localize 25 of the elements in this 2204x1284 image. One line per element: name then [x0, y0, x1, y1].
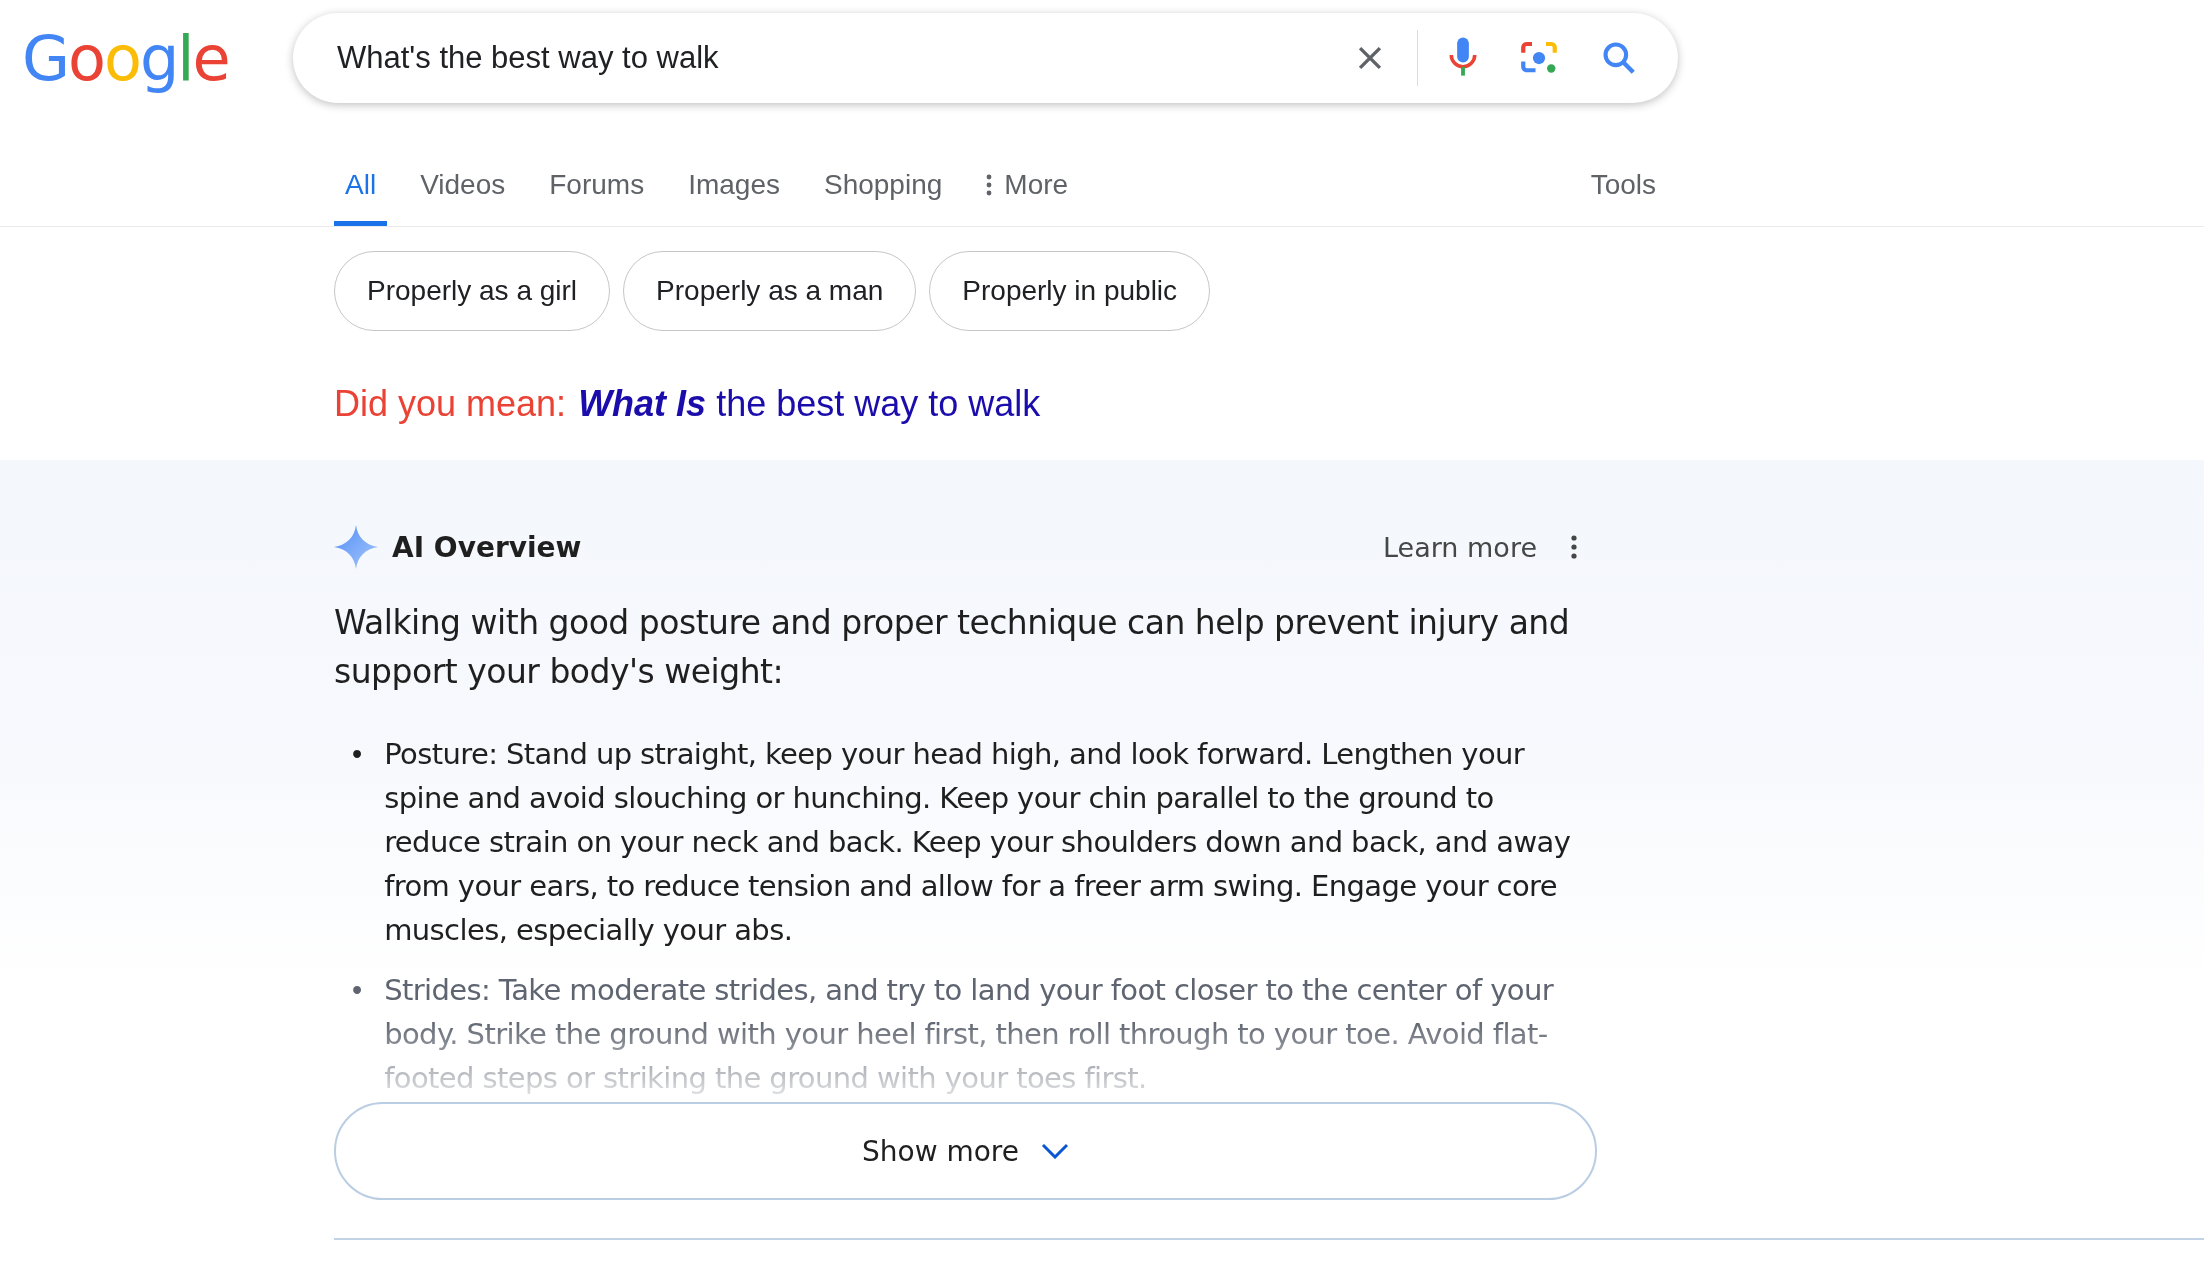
show-more-button[interactable]: Show more	[334, 1102, 1597, 1200]
search-field[interactable]: What's the best way to walk	[335, 39, 1333, 77]
bullet-marker: •	[352, 737, 363, 772]
search-tab[interactable]: All	[334, 169, 388, 226]
suggestion-chip[interactable]: Properly as a man	[623, 251, 917, 331]
search-tab[interactable]: Shopping	[812, 169, 954, 226]
overview-bullet: Strides: Take moderate strides, and try to land your foot closer to the center of your body. Strike the ground with your heel first, then roll through to your toe. Avoid flat-footed steps or striking the ground with your toes first.	[384, 972, 1555, 1097]
ai-overview-title: AI Overview	[392, 530, 582, 564]
search-tab[interactable]: Videos	[409, 169, 517, 226]
suggestion-link[interactable]: What Is the best way to walk	[578, 383, 1041, 427]
search-tab[interactable]: Forums	[538, 169, 656, 226]
chevron-down-icon	[1041, 1143, 1069, 1159]
bullet-marker: •	[352, 973, 363, 1008]
search-tab[interactable]: More	[975, 169, 1080, 226]
tools-button[interactable]: Tools	[1590, 169, 1656, 226]
search-tab[interactable]: Images	[677, 169, 791, 226]
more-icon	[986, 174, 993, 196]
google-logo[interactable]: Google	[22, 21, 293, 95]
overview-bullet: Posture: Stand up straight, keep your head high, and look forward. Lengthen your spine and avoid slouching or hunching. Keep your chin parallel to the ground to reduce strain on your neck and back. Keep your shoulders down and back, and away from your ears, to reduce tension and allow for a freer arm swing. Engage your core muscles, especially your abs.	[384, 736, 1572, 949]
sparkle-icon	[334, 525, 378, 569]
suggestion-chip[interactable]: Properly in public	[929, 251, 1211, 331]
did-you-mean-label: Did you mean:	[334, 383, 567, 426]
suggestion-chip[interactable]: Properly as a girl	[334, 251, 611, 331]
overview-summary: Walking with good posture and proper technique can help prevent injury and support your body's weight:	[334, 602, 1571, 693]
learn-more-link[interactable]: Learn more	[1383, 531, 1537, 563]
